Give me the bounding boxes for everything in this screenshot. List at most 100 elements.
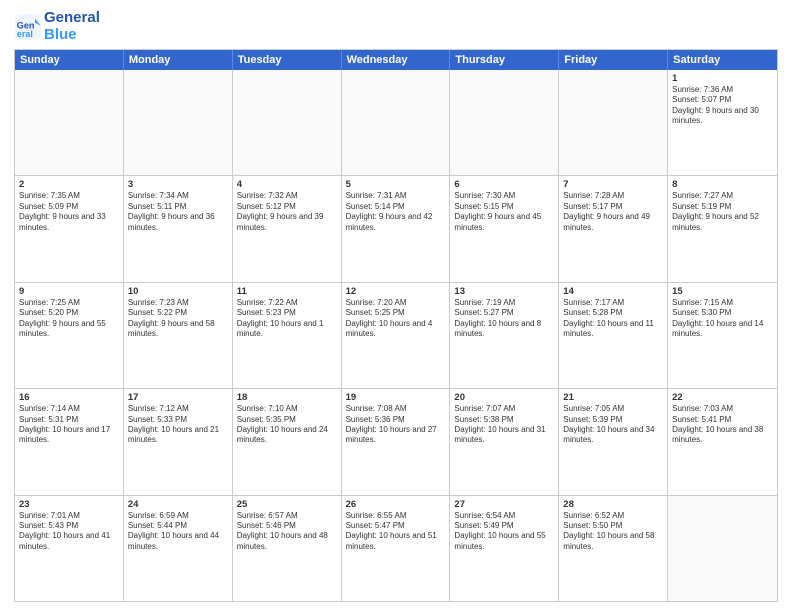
day-number: 27 — [454, 499, 554, 510]
week-row-2: 2Sunrise: 7:35 AMSunset: 5:09 PMDaylight… — [15, 175, 777, 281]
day-number: 9 — [19, 286, 119, 297]
day-info: Sunrise: 7:35 AMSunset: 5:09 PMDaylight:… — [19, 191, 119, 233]
day-cell-27: 27Sunrise: 6:54 AMSunset: 5:49 PMDayligh… — [450, 496, 559, 601]
day-info: Sunrise: 6:54 AMSunset: 5:49 PMDaylight:… — [454, 511, 554, 553]
day-cell-25: 25Sunrise: 6:57 AMSunset: 5:46 PMDayligh… — [233, 496, 342, 601]
day-cell-2: 2Sunrise: 7:35 AMSunset: 5:09 PMDaylight… — [15, 176, 124, 281]
day-cell-7: 7Sunrise: 7:28 AMSunset: 5:17 PMDaylight… — [559, 176, 668, 281]
empty-cell — [450, 70, 559, 175]
day-info: Sunrise: 7:32 AMSunset: 5:12 PMDaylight:… — [237, 191, 337, 233]
day-info: Sunrise: 7:25 AMSunset: 5:20 PMDaylight:… — [19, 298, 119, 340]
day-number: 19 — [346, 392, 446, 403]
empty-cell — [559, 70, 668, 175]
day-info: Sunrise: 7:03 AMSunset: 5:41 PMDaylight:… — [672, 404, 773, 446]
day-cell-5: 5Sunrise: 7:31 AMSunset: 5:14 PMDaylight… — [342, 176, 451, 281]
day-cell-22: 22Sunrise: 7:03 AMSunset: 5:41 PMDayligh… — [668, 389, 777, 494]
day-cell-6: 6Sunrise: 7:30 AMSunset: 5:15 PMDaylight… — [450, 176, 559, 281]
day-number: 8 — [672, 179, 773, 190]
day-number: 6 — [454, 179, 554, 190]
header-day-tuesday: Tuesday — [233, 50, 342, 70]
day-cell-24: 24Sunrise: 6:59 AMSunset: 5:44 PMDayligh… — [124, 496, 233, 601]
day-info: Sunrise: 7:27 AMSunset: 5:19 PMDaylight:… — [672, 191, 773, 233]
page: Gen eral General Blue SundayMondayTuesda… — [0, 0, 792, 612]
day-info: Sunrise: 7:31 AMSunset: 5:14 PMDaylight:… — [346, 191, 446, 233]
day-number: 4 — [237, 179, 337, 190]
header-day-sunday: Sunday — [15, 50, 124, 70]
day-info: Sunrise: 7:17 AMSunset: 5:28 PMDaylight:… — [563, 298, 663, 340]
day-cell-18: 18Sunrise: 7:10 AMSunset: 5:35 PMDayligh… — [233, 389, 342, 494]
day-cell-21: 21Sunrise: 7:05 AMSunset: 5:39 PMDayligh… — [559, 389, 668, 494]
day-info: Sunrise: 7:12 AMSunset: 5:33 PMDaylight:… — [128, 404, 228, 446]
logo-icon: Gen eral — [14, 13, 42, 41]
day-cell-26: 26Sunrise: 6:55 AMSunset: 5:47 PMDayligh… — [342, 496, 451, 601]
day-cell-17: 17Sunrise: 7:12 AMSunset: 5:33 PMDayligh… — [124, 389, 233, 494]
calendar-header: SundayMondayTuesdayWednesdayThursdayFrid… — [15, 50, 777, 70]
day-cell-16: 16Sunrise: 7:14 AMSunset: 5:31 PMDayligh… — [15, 389, 124, 494]
day-cell-14: 14Sunrise: 7:17 AMSunset: 5:28 PMDayligh… — [559, 283, 668, 388]
day-info: Sunrise: 7:15 AMSunset: 5:30 PMDaylight:… — [672, 298, 773, 340]
day-info: Sunrise: 7:23 AMSunset: 5:22 PMDaylight:… — [128, 298, 228, 340]
day-number: 3 — [128, 179, 228, 190]
day-cell-20: 20Sunrise: 7:07 AMSunset: 5:38 PMDayligh… — [450, 389, 559, 494]
day-info: Sunrise: 7:30 AMSunset: 5:15 PMDaylight:… — [454, 191, 554, 233]
day-number: 25 — [237, 499, 337, 510]
day-info: Sunrise: 6:57 AMSunset: 5:46 PMDaylight:… — [237, 511, 337, 553]
day-info: Sunrise: 7:05 AMSunset: 5:39 PMDaylight:… — [563, 404, 663, 446]
day-cell-8: 8Sunrise: 7:27 AMSunset: 5:19 PMDaylight… — [668, 176, 777, 281]
day-info: Sunrise: 6:55 AMSunset: 5:47 PMDaylight:… — [346, 511, 446, 553]
day-number: 26 — [346, 499, 446, 510]
empty-cell — [124, 70, 233, 175]
day-number: 17 — [128, 392, 228, 403]
week-row-5: 23Sunrise: 7:01 AMSunset: 5:43 PMDayligh… — [15, 495, 777, 601]
day-number: 13 — [454, 286, 554, 297]
day-number: 22 — [672, 392, 773, 403]
header-day-wednesday: Wednesday — [342, 50, 451, 70]
day-info: Sunrise: 6:52 AMSunset: 5:50 PMDaylight:… — [563, 511, 663, 553]
header-day-monday: Monday — [124, 50, 233, 70]
day-cell-9: 9Sunrise: 7:25 AMSunset: 5:20 PMDaylight… — [15, 283, 124, 388]
day-info: Sunrise: 7:10 AMSunset: 5:35 PMDaylight:… — [237, 404, 337, 446]
day-number: 23 — [19, 499, 119, 510]
week-row-1: 1Sunrise: 7:36 AMSunset: 5:07 PMDaylight… — [15, 70, 777, 175]
day-cell-4: 4Sunrise: 7:32 AMSunset: 5:12 PMDaylight… — [233, 176, 342, 281]
empty-cell — [668, 496, 777, 601]
calendar: SundayMondayTuesdayWednesdayThursdayFrid… — [14, 49, 778, 602]
day-number: 24 — [128, 499, 228, 510]
day-number: 28 — [563, 499, 663, 510]
header-day-friday: Friday — [559, 50, 668, 70]
logo: Gen eral General Blue — [14, 10, 100, 43]
day-number: 12 — [346, 286, 446, 297]
day-number: 5 — [346, 179, 446, 190]
calendar-body: 1Sunrise: 7:36 AMSunset: 5:07 PMDaylight… — [15, 70, 777, 601]
day-info: Sunrise: 7:20 AMSunset: 5:25 PMDaylight:… — [346, 298, 446, 340]
header-day-thursday: Thursday — [450, 50, 559, 70]
logo-blue: Blue — [44, 27, 100, 44]
day-cell-10: 10Sunrise: 7:23 AMSunset: 5:22 PMDayligh… — [124, 283, 233, 388]
day-cell-12: 12Sunrise: 7:20 AMSunset: 5:25 PMDayligh… — [342, 283, 451, 388]
empty-cell — [15, 70, 124, 175]
day-cell-15: 15Sunrise: 7:15 AMSunset: 5:30 PMDayligh… — [668, 283, 777, 388]
day-info: Sunrise: 6:59 AMSunset: 5:44 PMDaylight:… — [128, 511, 228, 553]
day-info: Sunrise: 7:01 AMSunset: 5:43 PMDaylight:… — [19, 511, 119, 553]
empty-cell — [233, 70, 342, 175]
day-number: 21 — [563, 392, 663, 403]
logo-general: General — [44, 10, 100, 27]
header: Gen eral General Blue — [14, 10, 778, 43]
day-cell-23: 23Sunrise: 7:01 AMSunset: 5:43 PMDayligh… — [15, 496, 124, 601]
day-info: Sunrise: 7:14 AMSunset: 5:31 PMDaylight:… — [19, 404, 119, 446]
week-row-4: 16Sunrise: 7:14 AMSunset: 5:31 PMDayligh… — [15, 388, 777, 494]
day-info: Sunrise: 7:36 AMSunset: 5:07 PMDaylight:… — [672, 85, 773, 127]
day-cell-13: 13Sunrise: 7:19 AMSunset: 5:27 PMDayligh… — [450, 283, 559, 388]
day-info: Sunrise: 7:07 AMSunset: 5:38 PMDaylight:… — [454, 404, 554, 446]
day-number: 10 — [128, 286, 228, 297]
day-number: 2 — [19, 179, 119, 190]
day-info: Sunrise: 7:28 AMSunset: 5:17 PMDaylight:… — [563, 191, 663, 233]
svg-text:eral: eral — [17, 28, 33, 38]
day-info: Sunrise: 7:08 AMSunset: 5:36 PMDaylight:… — [346, 404, 446, 446]
day-number: 1 — [672, 73, 773, 84]
day-cell-11: 11Sunrise: 7:22 AMSunset: 5:23 PMDayligh… — [233, 283, 342, 388]
day-cell-28: 28Sunrise: 6:52 AMSunset: 5:50 PMDayligh… — [559, 496, 668, 601]
header-day-saturday: Saturday — [668, 50, 777, 70]
day-number: 15 — [672, 286, 773, 297]
day-number: 18 — [237, 392, 337, 403]
